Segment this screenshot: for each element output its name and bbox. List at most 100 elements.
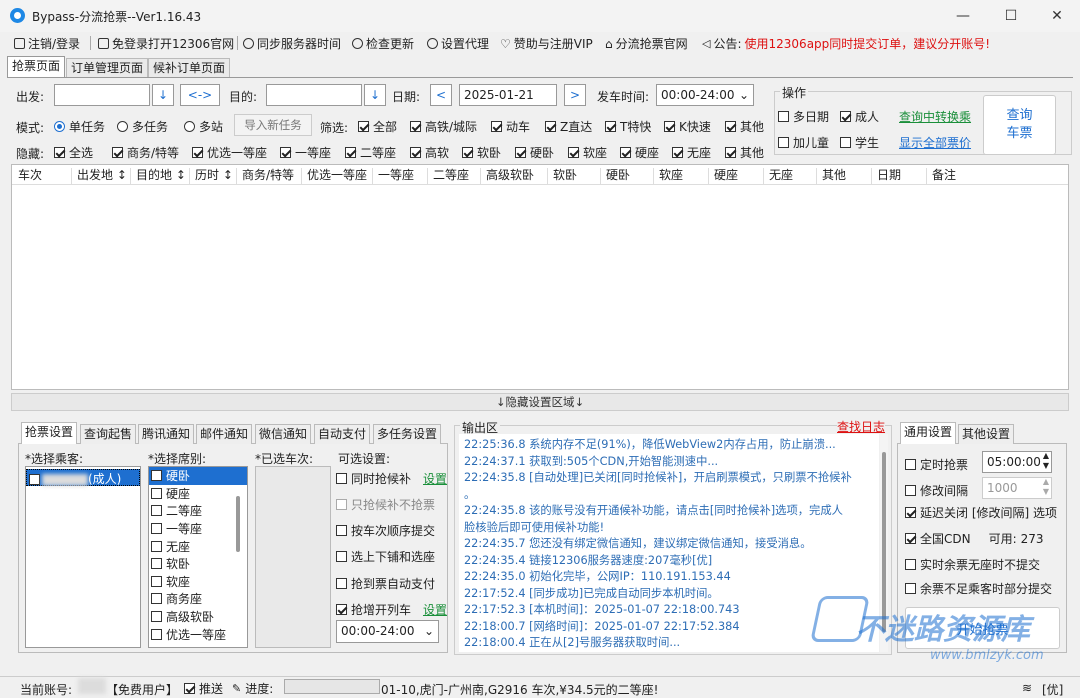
transfer-query-link[interactable]: 查询中转换乘: [899, 108, 971, 125]
col-duration[interactable]: 历时 ↕: [191, 168, 237, 184]
tab-grab-settings[interactable]: 抢票设置: [21, 422, 78, 444]
hide-business-checkbox[interactable]: 商务/特等: [112, 144, 179, 161]
adult-checkbox[interactable]: 成人: [840, 108, 879, 125]
modify-interval-checkbox[interactable]: 修改间隔: [905, 482, 968, 499]
filter-other-checkbox[interactable]: 其他: [725, 118, 764, 135]
tab-tencent-notify[interactable]: 腾讯通知: [138, 424, 195, 444]
output-scrollbar[interactable]: [882, 452, 886, 632]
col-hard-sleeper[interactable]: 硬卧: [602, 168, 654, 184]
col-date[interactable]: 日期: [873, 168, 927, 184]
close-button[interactable]: ✕: [1034, 0, 1080, 32]
timed-grab-checkbox[interactable]: 定时抢票: [905, 456, 968, 473]
partial-submit-checkbox[interactable]: 余票不足乘客时部分提交: [905, 580, 1052, 597]
spinner-icon[interactable]: ▲ ▼: [1043, 477, 1049, 497]
multi-date-checkbox[interactable]: 多日期: [778, 108, 829, 125]
col-second-class[interactable]: 二等座: [429, 168, 481, 184]
seat-item-first[interactable]: 一等座: [149, 520, 247, 538]
minimize-button[interactable]: —: [940, 0, 986, 32]
extra-trains-settings-link[interactable]: 设置: [423, 601, 447, 618]
col-soft-seat[interactable]: 软座: [655, 168, 709, 184]
menu-sponsor-vip[interactable]: ♡ 赞助与注册VIP: [500, 35, 593, 52]
menu-logout-login[interactable]: 注销/登录: [14, 35, 80, 52]
tab-waitlist-orders[interactable]: 候补订单页面: [148, 58, 231, 78]
tab-multi-task[interactable]: 多任务设置: [373, 424, 442, 444]
hide-gaoruan-checkbox[interactable]: 高软: [410, 144, 449, 161]
tab-auto-pay[interactable]: 自动支付: [314, 424, 371, 444]
filter-t-checkbox[interactable]: T特快: [605, 118, 651, 135]
seat-list-scrollbar[interactable]: [236, 496, 240, 552]
passenger-item-selected[interactable]: (成人): [26, 469, 140, 486]
tab-query-sale[interactable]: 查询起售: [80, 424, 137, 444]
filter-k-checkbox[interactable]: K快速: [664, 118, 711, 135]
seat-item-hard-seat[interactable]: 硬座: [149, 485, 247, 503]
next-date-button[interactable]: >: [564, 84, 586, 106]
show-all-fares-link[interactable]: 显示全部票价: [899, 134, 971, 151]
timed-grab-time-input[interactable]: 05:00:00 ▲ ▼: [982, 451, 1052, 473]
tab-order-manage[interactable]: 订单管理页面: [66, 58, 149, 78]
col-first-class[interactable]: 一等座: [374, 168, 428, 184]
hide-all-checkbox[interactable]: 全选: [54, 144, 93, 161]
hide-other-checkbox[interactable]: 其他: [725, 144, 764, 161]
col-remark[interactable]: 备注: [928, 168, 988, 184]
to-dropdown-button[interactable]: ↓: [364, 84, 386, 106]
col-other[interactable]: 其他: [818, 168, 872, 184]
toggle-settings-bar[interactable]: ↓隐藏设置区域↓: [11, 393, 1069, 411]
hide-no-seat-checkbox[interactable]: 无座: [672, 144, 711, 161]
hide-first-class-checkbox[interactable]: 一等座: [280, 144, 331, 161]
opt-auto-pay-checkbox[interactable]: 抢到票自动支付: [336, 575, 435, 592]
col-train-no[interactable]: 车次: [14, 168, 72, 184]
filter-all-checkbox[interactable]: 全部: [358, 118, 397, 135]
delay-close-checkbox[interactable]: 延迟关闭 [修改间隔] 选项: [905, 504, 1057, 521]
push-checkbox[interactable]: 推送: [184, 680, 223, 697]
hide-hard-seat-checkbox[interactable]: 硬座: [620, 144, 659, 161]
passenger-list[interactable]: [25, 466, 141, 648]
seat-item-premium-first[interactable]: 优选一等座: [149, 625, 247, 643]
seat-item-no-seat[interactable]: 无座: [149, 537, 247, 555]
date-input[interactable]: 2025-01-21: [459, 84, 557, 106]
query-tickets-button[interactable]: 查询 车票: [983, 95, 1056, 155]
filter-gaotie-checkbox[interactable]: 高铁/城际: [410, 118, 477, 135]
mode-single-radio[interactable]: 单任务: [54, 118, 105, 135]
mode-multi-radio[interactable]: 多任务: [117, 118, 168, 135]
student-checkbox[interactable]: 学生: [840, 134, 879, 151]
seat-item-business[interactable]: 商务座: [149, 590, 247, 608]
opt-waitlist-only-checkbox[interactable]: 只抢候补不抢票: [336, 496, 435, 513]
col-to[interactable]: 目的地 ↕: [132, 168, 190, 184]
menu-open-12306[interactable]: 免登录打开12306官网: [98, 35, 234, 52]
mode-multi-station-radio[interactable]: 多站: [184, 118, 223, 135]
interval-input[interactable]: 1000 ▲ ▼: [982, 477, 1052, 499]
from-dropdown-button[interactable]: ↓: [152, 84, 174, 106]
tab-email-notify[interactable]: 邮件通知: [196, 424, 253, 444]
time-range-select[interactable]: 00:00-24:00 ⌄: [336, 620, 439, 643]
col-deluxe-sleeper[interactable]: 高级软卧: [482, 168, 548, 184]
tab-wechat-notify[interactable]: 微信通知: [255, 424, 312, 444]
selected-trains-list[interactable]: [255, 466, 331, 648]
maximize-button[interactable]: ☐: [988, 0, 1034, 32]
hide-second-class-checkbox[interactable]: 二等座: [345, 144, 396, 161]
menu-proxy[interactable]: 设置代理: [427, 35, 489, 52]
results-table[interactable]: [11, 164, 1069, 390]
to-station-input[interactable]: [266, 84, 362, 106]
opt-extra-trains-checkbox[interactable]: 抢增开列车 设置: [336, 601, 447, 618]
seat-item-hard-sleeper[interactable]: 硬卧: [149, 467, 247, 485]
national-cdn-checkbox[interactable]: 全国CDN 可用: 273: [905, 530, 1044, 547]
menu-sync-time[interactable]: 同步服务器时间: [243, 35, 341, 52]
swap-stations-button[interactable]: <->: [180, 84, 220, 106]
col-from[interactable]: 出发地 ↕: [73, 168, 131, 184]
add-child-checkbox[interactable]: 加儿童: [778, 134, 829, 151]
depart-time-select[interactable]: 00:00-24:00 ⌄: [656, 84, 754, 106]
col-soft-sleeper[interactable]: 软卧: [549, 168, 601, 184]
col-hard-seat[interactable]: 硬座: [710, 168, 764, 184]
opt-order-by-train-checkbox[interactable]: 按车次顺序提交: [336, 522, 435, 539]
prev-date-button[interactable]: <: [430, 84, 452, 106]
hide-soft-seat-checkbox[interactable]: 软座: [568, 144, 607, 161]
tab-general-settings[interactable]: 通用设置: [900, 422, 957, 444]
opt-choose-berth-checkbox[interactable]: 选上下铺和选座: [336, 548, 435, 565]
hide-premium-first-checkbox[interactable]: 优选一等座: [192, 144, 267, 161]
import-task-button[interactable]: 导入新任务: [234, 114, 312, 136]
col-premium-first[interactable]: 优选一等座: [303, 168, 373, 184]
tab-other-settings[interactable]: 其他设置: [958, 424, 1015, 444]
seat-item-soft-seat[interactable]: 软座: [149, 573, 247, 591]
seat-item-soft-sleeper[interactable]: 软卧: [149, 555, 247, 573]
col-business[interactable]: 商务/特等: [238, 168, 302, 184]
